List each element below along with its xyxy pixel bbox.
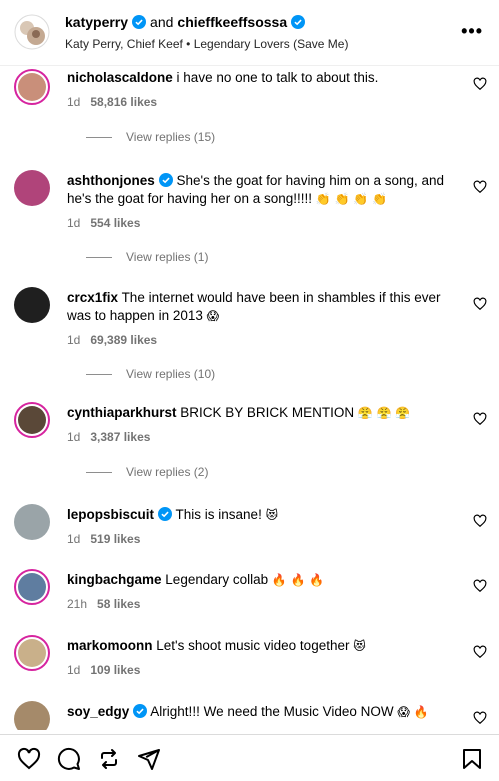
comment-body: cynthiaparkhurst BRICK BY BRICK MENTION … (67, 404, 457, 422)
avatar[interactable] (14, 69, 50, 105)
owner-username-1[interactable]: katyperry (65, 14, 128, 30)
comment-emoji: 😻 (265, 508, 279, 522)
comments-list[interactable]: nicholascaldone i have no one to talk to… (0, 67, 499, 730)
comment-time: 1d (67, 216, 81, 230)
comment-username[interactable]: crcx1fix (67, 290, 118, 305)
like-comment-heart-icon[interactable] (473, 711, 487, 725)
comment-time: 21h (67, 597, 88, 611)
comment-icon[interactable] (57, 747, 81, 771)
comment-username[interactable]: soy_edgy (67, 704, 129, 719)
like-comment-heart-icon[interactable] (473, 77, 487, 91)
avatar[interactable] (14, 504, 50, 540)
audio-subtitle[interactable]: Katy Perry, Chief Keef • Legendary Lover… (65, 37, 348, 51)
heart-icon[interactable] (17, 747, 41, 771)
avatar[interactable] (14, 287, 50, 323)
comment-body: lepopsbiscuit This is insane! 😻 (67, 506, 457, 524)
comment-body: crcx1fix The internet would have been in… (67, 289, 457, 325)
comment-time: 1d (67, 663, 81, 677)
owner-avatars[interactable] (14, 14, 50, 50)
like-comment-heart-icon[interactable] (473, 514, 487, 528)
bookmark-icon[interactable] (460, 747, 484, 771)
comment-likes[interactable]: 554 likes (90, 216, 140, 230)
comment-time: 1d (67, 333, 81, 347)
view-replies[interactable]: View replies (10) (86, 367, 215, 381)
comment-username[interactable]: markomoonn (67, 638, 153, 653)
comment-emoji: 🔥 🔥 🔥 (271, 573, 325, 587)
view-replies-label[interactable]: View replies (2) (126, 465, 208, 479)
comment-meta: 1d 3,387 likes (67, 430, 150, 444)
comment-likes[interactable]: 69,389 likes (90, 333, 157, 347)
comment-time: 1d (67, 430, 81, 444)
comment-meta: 21h 58 likes (67, 597, 140, 611)
verified-badge-icon (291, 15, 306, 29)
comment-username[interactable]: cynthiaparkhurst (67, 405, 177, 420)
comment-text: Legendary collab (165, 572, 269, 587)
view-replies[interactable]: View replies (1) (86, 250, 208, 264)
send-icon[interactable] (137, 747, 161, 771)
comment-likes[interactable]: 109 likes (90, 663, 140, 677)
comment-text: i have no one to talk to about this. (176, 70, 379, 85)
comment-emoji: 😤 😤 😤 (357, 406, 411, 420)
view-replies-label[interactable]: View replies (1) (126, 250, 208, 264)
comment-time: 1d (67, 95, 81, 109)
comment-text: BRICK BY BRICK MENTION (180, 405, 355, 420)
post-actions-bar (0, 734, 499, 781)
like-comment-heart-icon[interactable] (473, 412, 487, 426)
comment-likes[interactable]: 3,387 likes (90, 430, 150, 444)
comment-username[interactable]: nicholascaldone (67, 70, 173, 85)
comment-meta: 1d 69,389 likes (67, 333, 157, 347)
avatar[interactable] (14, 635, 50, 671)
like-comment-heart-icon[interactable] (473, 180, 487, 194)
like-comment-heart-icon[interactable] (473, 579, 487, 593)
comment-body: soy_edgy Alright!!! We need the Music Vi… (67, 703, 457, 721)
comment-meta: 1d 519 likes (67, 532, 140, 546)
comment-text: The internet would have been in shambles… (67, 290, 441, 323)
comment-body: ashthonjones She's the goat for having h… (67, 172, 457, 208)
comment-time: 1d (67, 532, 81, 546)
comment-meta: 1d 554 likes (67, 216, 140, 230)
comment-meta: 1d 109 likes (67, 663, 140, 677)
comment-text: This is insane! (175, 507, 262, 522)
comment-likes[interactable]: 58 likes (97, 597, 140, 611)
view-replies[interactable]: View replies (2) (86, 465, 208, 479)
comment-username[interactable]: kingbachgame (67, 572, 162, 587)
comment-body: nicholascaldone i have no one to talk to… (67, 69, 457, 87)
comment-body: kingbachgame Legendary collab 🔥 🔥 🔥 (67, 571, 457, 589)
like-comment-heart-icon[interactable] (473, 645, 487, 659)
comment-meta: 1d 58,816 likes (67, 95, 157, 109)
owner-username-2[interactable]: chieffkeeffsossa (177, 14, 287, 30)
view-replies-label[interactable]: View replies (10) (126, 367, 215, 381)
view-replies-label[interactable]: View replies (15) (126, 130, 215, 144)
avatar[interactable] (14, 569, 50, 605)
owner-conjunction: and (150, 14, 174, 30)
comment-username[interactable]: ashthonjones (67, 173, 155, 188)
verified-badge-icon (133, 704, 148, 718)
comment-emoji: 😱 🔥 (397, 705, 429, 719)
comment-emoji: 😱 (206, 309, 220, 323)
comment-username[interactable]: lepopsbiscuit (67, 507, 154, 522)
post-header: katyperry and chieffkeeffsossa Katy Perr… (0, 0, 499, 66)
avatar[interactable] (14, 170, 50, 206)
verified-badge-icon (158, 507, 173, 521)
comment-text: Alright!!! We need the Music Video NOW (150, 704, 394, 719)
verified-badge-icon (158, 173, 173, 187)
more-options-icon[interactable]: ••• (461, 22, 483, 40)
like-comment-heart-icon[interactable] (473, 297, 487, 311)
post-owners: katyperry and chieffkeeffsossa (65, 14, 306, 30)
verified-badge-icon (132, 15, 147, 29)
comment-likes[interactable]: 58,816 likes (90, 95, 157, 109)
view-replies[interactable]: View replies (15) (86, 130, 215, 144)
avatar[interactable] (14, 402, 50, 438)
comment-text: Let's shoot music video together (156, 638, 350, 653)
comment-body: markomoonn Let's shoot music video toget… (67, 637, 457, 655)
comment-emoji: 😻 (353, 639, 366, 653)
comment-likes[interactable]: 519 likes (90, 532, 140, 546)
repost-icon[interactable] (97, 747, 121, 771)
comment-emoji: 👏 👏 👏 👏 (315, 192, 387, 206)
avatar[interactable] (14, 701, 50, 730)
